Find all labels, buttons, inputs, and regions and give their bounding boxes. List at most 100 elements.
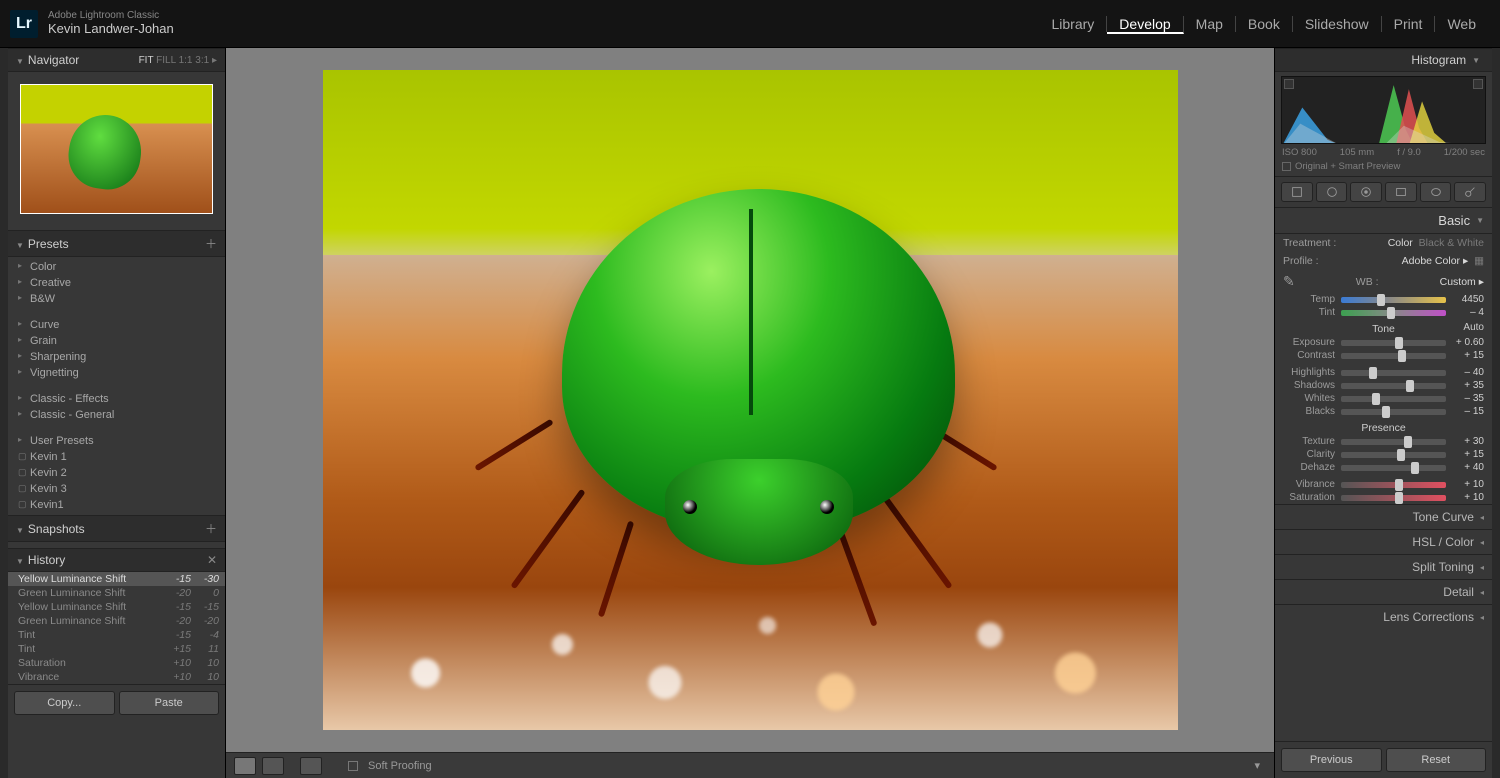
history-row[interactable]: Green Luminance Shift-20-20: [8, 614, 225, 628]
slider-contrast[interactable]: Contrast+ 15: [1275, 349, 1492, 362]
navigator-header[interactable]: ▼Navigator FIT FILL 1:1 3:1 ▸: [8, 48, 225, 72]
profile-select[interactable]: Adobe Color ▸: [1402, 255, 1469, 267]
slider-shadows[interactable]: Shadows+ 35: [1275, 379, 1492, 392]
preset-bw[interactable]: B&W: [8, 291, 225, 307]
clear-history-button[interactable]: ✕: [207, 553, 217, 567]
nav-3to1[interactable]: 3:1: [195, 55, 209, 66]
left-strip[interactable]: [0, 48, 8, 778]
slider-blacks[interactable]: Blacks– 15: [1275, 405, 1492, 418]
presets-header[interactable]: ▼Presets ＋: [8, 230, 225, 257]
history-header[interactable]: ▼History ✕: [8, 548, 225, 572]
preset-kevin1[interactable]: Kevin 1: [8, 449, 225, 465]
wb-select[interactable]: Custom ▸: [1440, 276, 1484, 288]
loupe-view-button[interactable]: [234, 757, 256, 775]
soft-proof-label: Soft Proofing: [368, 760, 432, 772]
treatment-color[interactable]: Color: [1388, 237, 1413, 249]
panel-hsl-color[interactable]: HSL / Color◂: [1275, 529, 1492, 554]
view-toolbar: Soft Proofing ▾: [226, 752, 1274, 778]
history-row[interactable]: Yellow Luminance Shift-15-30: [8, 572, 225, 586]
history-row[interactable]: Tint+1511: [8, 642, 225, 656]
slider-vibrance[interactable]: Vibrance+ 10: [1275, 478, 1492, 491]
slider-texture[interactable]: Texture+ 30: [1275, 435, 1492, 448]
slider-highlights[interactable]: Highlights– 40: [1275, 366, 1492, 379]
module-map[interactable]: Map: [1184, 16, 1236, 32]
spot-tool-icon[interactable]: [1316, 182, 1348, 202]
slider-tint[interactable]: Tint– 4: [1275, 306, 1492, 319]
panel-lens-corrections[interactable]: Lens Corrections◂: [1275, 604, 1492, 629]
preset-kevin1b[interactable]: Kevin1: [8, 497, 225, 513]
preset-sharpening[interactable]: Sharpening: [8, 349, 225, 365]
module-print[interactable]: Print: [1382, 16, 1436, 32]
panel-tone-curve[interactable]: Tone Curve◂: [1275, 504, 1492, 529]
module-slideshow[interactable]: Slideshow: [1293, 16, 1382, 32]
wb-eyedropper-icon[interactable]: ✎: [1283, 273, 1295, 290]
presets-list: Color Creative B&W Curve Grain Sharpenin…: [8, 257, 225, 515]
panel-detail[interactable]: Detail◂: [1275, 579, 1492, 604]
soft-proof-checkbox[interactable]: [348, 761, 358, 771]
preset-kevin3[interactable]: Kevin 3: [8, 481, 225, 497]
histogram-header[interactable]: Histogram▼: [1275, 48, 1492, 72]
history-row[interactable]: Tint-15-4: [8, 628, 225, 642]
add-snapshot-button[interactable]: ＋: [205, 520, 217, 537]
module-develop[interactable]: Develop: [1107, 16, 1183, 34]
slider-clarity[interactable]: Clarity+ 15: [1275, 448, 1492, 461]
histogram[interactable]: [1281, 76, 1486, 144]
before-after-lr-button[interactable]: [262, 757, 284, 775]
nav-1to1[interactable]: 1:1: [179, 55, 193, 66]
brush-tool-icon[interactable]: [1454, 182, 1486, 202]
histogram-meta: ISO 800 105 mm f / 9.0 1/200 sec: [1281, 144, 1486, 159]
preset-vignetting[interactable]: Vignetting: [8, 365, 225, 381]
navigator-thumbnail[interactable]: [20, 84, 213, 214]
grad-tool-icon[interactable]: [1385, 182, 1417, 202]
slider-temp[interactable]: Temp4450: [1275, 293, 1492, 306]
wb-label: WB :: [1295, 276, 1440, 288]
module-book[interactable]: Book: [1236, 16, 1293, 32]
module-web[interactable]: Web: [1435, 16, 1488, 32]
history-row[interactable]: Saturation+1010: [8, 656, 225, 670]
history-row[interactable]: Vibrance+1010: [8, 670, 225, 684]
profile-grid-icon[interactable]: ▦: [1474, 255, 1484, 267]
preset-classic-effects[interactable]: Classic - Effects: [8, 391, 225, 407]
panel-split-toning[interactable]: Split Toning◂: [1275, 554, 1492, 579]
copy-button[interactable]: Copy...: [14, 691, 115, 715]
preset-user-header[interactable]: User Presets: [8, 433, 225, 449]
basic-header[interactable]: Basic▼: [1275, 208, 1492, 234]
module-library[interactable]: Library: [1040, 16, 1108, 32]
photo: [323, 70, 1178, 730]
toolbar-expand-icon[interactable]: ▾: [1248, 759, 1266, 772]
user-name: Kevin Landwer-Johan: [48, 22, 174, 37]
preset-kevin2[interactable]: Kevin 2: [8, 465, 225, 481]
preset-classic-general[interactable]: Classic - General: [8, 407, 225, 423]
top-bar: Lr Adobe Lightroom Classic Kevin Landwer…: [0, 0, 1500, 48]
slider-exposure[interactable]: Exposure+ 0.60: [1275, 336, 1492, 349]
nav-fit[interactable]: FIT: [139, 55, 154, 66]
before-after-tb-button[interactable]: [300, 757, 322, 775]
radial-tool-icon[interactable]: [1420, 182, 1452, 202]
reset-button[interactable]: Reset: [1386, 748, 1487, 772]
preset-curve[interactable]: Curve: [8, 317, 225, 333]
preset-color[interactable]: Color: [8, 259, 225, 275]
preset-creative[interactable]: Creative: [8, 275, 225, 291]
slider-dehaze[interactable]: Dehaze+ 40: [1275, 461, 1492, 474]
auto-button[interactable]: Auto: [1463, 322, 1484, 333]
triangle-down-icon: ▼: [16, 57, 24, 66]
history-row[interactable]: Green Luminance Shift-200: [8, 586, 225, 600]
history-list: Yellow Luminance Shift-15-30Green Lumina…: [8, 572, 225, 684]
crop-tool-icon[interactable]: [1281, 182, 1313, 202]
add-preset-button[interactable]: ＋: [205, 235, 217, 252]
right-strip[interactable]: [1492, 48, 1500, 778]
tool-strip: [1275, 176, 1492, 208]
presence-section: Presence: [1275, 418, 1492, 435]
history-row[interactable]: Yellow Luminance Shift-15-15: [8, 600, 225, 614]
redeye-tool-icon[interactable]: [1350, 182, 1382, 202]
slider-saturation[interactable]: Saturation+ 10: [1275, 491, 1492, 504]
treatment-bw[interactable]: Black & White: [1419, 237, 1484, 249]
image-canvas[interactable]: [226, 48, 1274, 752]
nav-fill[interactable]: FILL: [156, 55, 176, 66]
slider-whites[interactable]: Whites– 35: [1275, 392, 1492, 405]
paste-button[interactable]: Paste: [119, 691, 220, 715]
snapshots-header[interactable]: ▼Snapshots ＋: [8, 515, 225, 542]
preset-grain[interactable]: Grain: [8, 333, 225, 349]
previous-button[interactable]: Previous: [1281, 748, 1382, 772]
tone-section: ToneAuto: [1275, 319, 1492, 336]
